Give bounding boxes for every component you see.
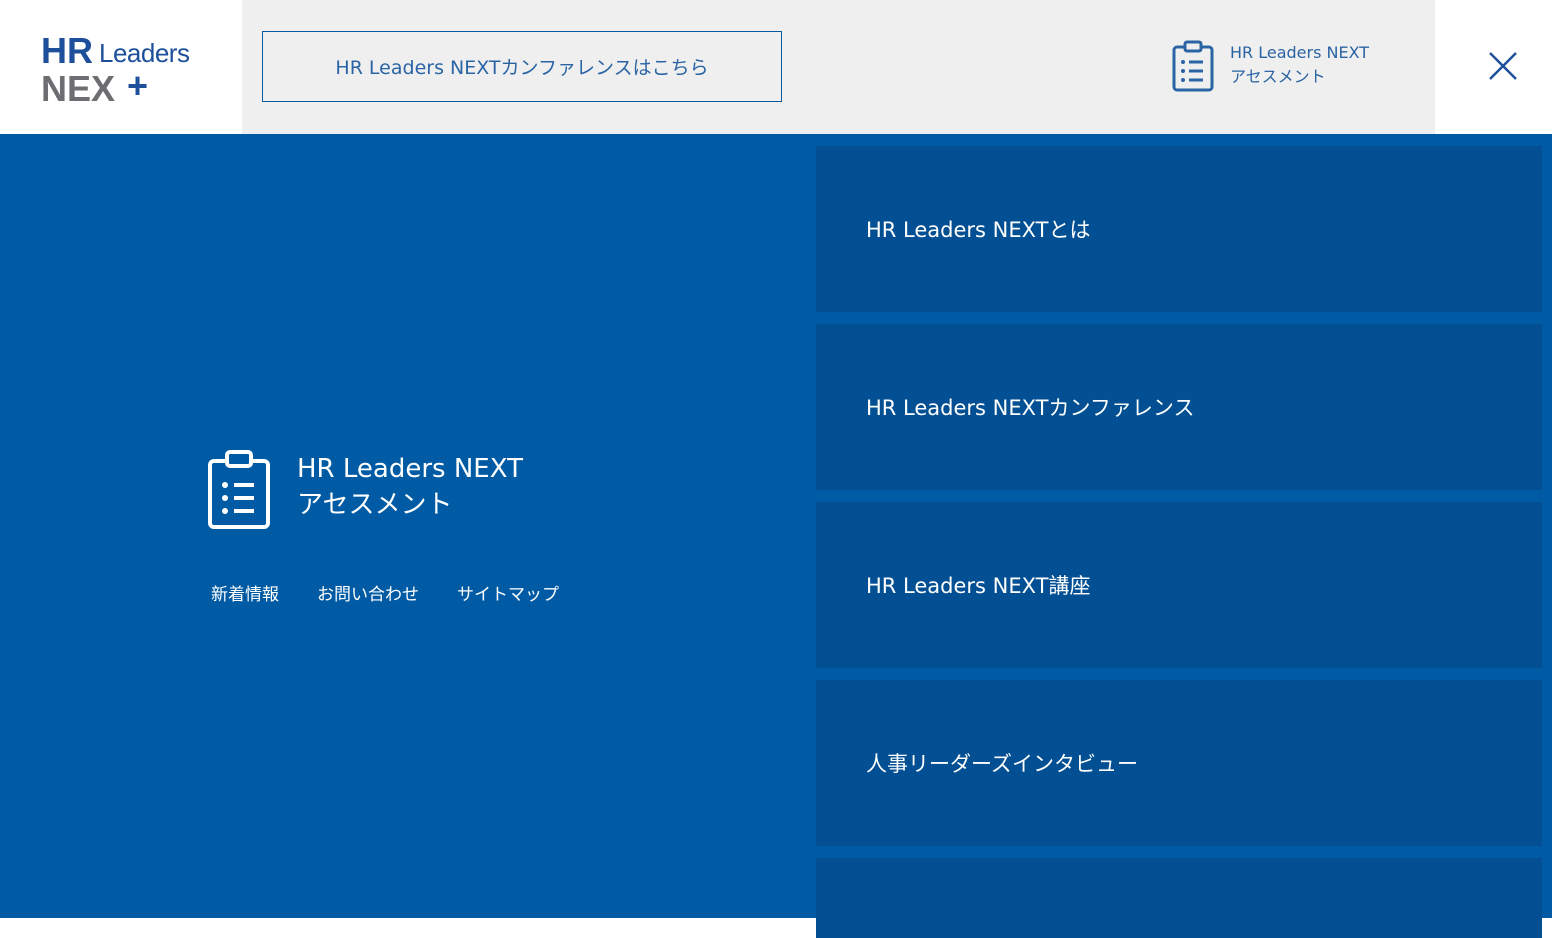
assessment-line2: アセスメント (297, 490, 453, 520)
logo-hr: HR (41, 30, 93, 71)
assessment-link[interactable]: HR Leaders NEXT アセスメント (207, 449, 523, 531)
logo-leaders: Leaders (99, 38, 190, 68)
site-header: HR Leaders NEX + HR Leaders NEXTカンファレンスは… (0, 0, 1552, 134)
header-assessment-text: HR Leaders NEXT アセスメント (1230, 40, 1369, 89)
menu-overlay: HR Leaders NEXT アセスメント 新着情報 お問い合わせ サイトマッ… (0, 134, 1552, 938)
close-icon (1489, 52, 1517, 80)
site-logo[interactable]: HR Leaders NEX + (41, 30, 201, 109)
menu-item-course[interactable]: HR Leaders NEXT講座 (816, 502, 1542, 668)
contact-link[interactable]: お問い合わせ (317, 580, 419, 605)
conference-button[interactable]: HR Leaders NEXTカンファレンスはこちら (262, 31, 782, 102)
sitemap-link[interactable]: サイトマップ (457, 580, 559, 605)
menu-item-label: HR Leaders NEXTカンファレンス (866, 396, 1195, 420)
menu-item-label: HR Leaders NEXTとは (866, 218, 1091, 242)
menu-item-next[interactable] (816, 858, 1542, 938)
header-band: HR Leaders NEXTカンファレンスはこちら HR Leaders NE… (242, 0, 1435, 134)
clipboard-list-icon (208, 450, 270, 529)
header-assessment-line1: HR Leaders NEXT (1230, 43, 1370, 62)
clipboard-list-icon (1172, 40, 1214, 92)
menu-item-label: HR Leaders NEXT講座 (866, 574, 1091, 598)
menu-item-conference[interactable]: HR Leaders NEXTカンファレンス (816, 324, 1542, 490)
close-menu-button[interactable] (1484, 47, 1522, 85)
header-assessment-link[interactable]: HR Leaders NEXT アセスメント (1172, 40, 1369, 92)
logo-plus: + (127, 65, 148, 104)
conference-button-label: HR Leaders NEXTカンファレンスはこちら (335, 57, 709, 79)
menu-item-interview[interactable]: 人事リーダーズインタビュー (816, 680, 1542, 846)
logo-nex: NEX (41, 68, 115, 104)
global-nav-menu: HR Leaders NEXTとは HR Leaders NEXTカンファレンス… (816, 146, 1542, 938)
header-assessment-line2: アセスメント (1230, 67, 1326, 86)
assessment-link-text: HR Leaders NEXT アセスメント (297, 449, 523, 523)
news-link[interactable]: 新着情報 (211, 580, 279, 605)
menu-item-about[interactable]: HR Leaders NEXTとは (816, 146, 1542, 312)
utility-links: 新着情報 お問い合わせ サイトマップ (211, 580, 559, 605)
menu-item-label: 人事リーダーズインタビュー (866, 752, 1138, 776)
logo-graphic: HR Leaders NEX + (41, 30, 190, 109)
assessment-line1: HR Leaders NEXT (297, 454, 523, 484)
